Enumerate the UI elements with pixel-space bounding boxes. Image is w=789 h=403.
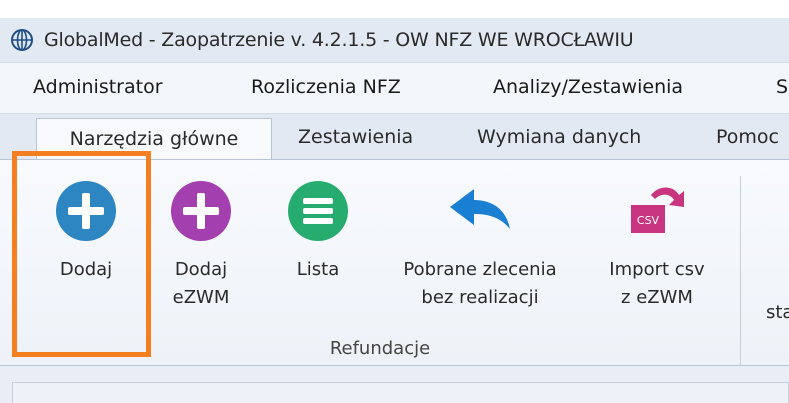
menu-administrator[interactable]: Administrator xyxy=(33,76,163,98)
dodaj-label: Dodaj xyxy=(59,259,113,280)
content-area xyxy=(12,382,789,403)
dodaj-ezwm-button[interactable]: Dodaj eZWM xyxy=(151,176,251,312)
ribbon-tabs: Narzędzia główne Zestawienia Wymiana dan… xyxy=(0,114,789,161)
group-separator xyxy=(740,176,741,366)
pobrane-zlecenia-label-line1: Pobrane zlecenia xyxy=(403,259,557,280)
menu-item-partial[interactable]: S xyxy=(776,76,788,98)
csv-import-icon: CSV xyxy=(621,176,693,246)
plus-circle-purple-icon xyxy=(169,176,233,246)
top-strip xyxy=(0,0,789,18)
import-csv-label-line1: Import csv xyxy=(609,259,705,280)
app-window: GlobalMed - Zaopatrzenie v. 4.2.1.5 - OW… xyxy=(0,18,789,403)
import-csv-button[interactable]: CSV Import csv z eZWM xyxy=(592,176,722,312)
menu-bar: Administrator Rozliczenia NFZ Analizy/Ze… xyxy=(0,62,789,114)
pobrane-zlecenia-button[interactable]: Pobrane zlecenia bez realizacji xyxy=(385,176,575,312)
menu-rozliczenia-nfz[interactable]: Rozliczenia NFZ xyxy=(251,76,401,98)
dodaj-button[interactable]: Dodaj xyxy=(36,176,136,284)
window-title: GlobalMed - Zaopatrzenie v. 4.2.1.5 - OW… xyxy=(44,29,634,51)
undo-arrow-icon xyxy=(444,176,516,246)
csv-icon-text: CSV xyxy=(637,214,660,227)
globe-icon xyxy=(10,28,34,52)
partial-ribbon-label: sta xyxy=(766,302,789,323)
tab-narzedzia-glowne[interactable]: Narzędzia główne xyxy=(36,118,272,161)
pobrane-zlecenia-label-line2: bez realizacji xyxy=(421,287,539,308)
lista-button[interactable]: Lista xyxy=(268,176,368,284)
tab-pomoc[interactable]: Pomoc xyxy=(716,126,779,148)
dodaj-ezwm-label-line1: Dodaj xyxy=(174,259,228,280)
lista-label: Lista xyxy=(296,259,340,280)
ribbon-panel: Dodaj Dodaj eZWM Lista Pobrane zlecenia … xyxy=(0,159,789,366)
dodaj-ezwm-label-line2: eZWM xyxy=(172,287,230,308)
menu-analizy-zestawienia[interactable]: Analizy/Zestawienia xyxy=(493,76,683,98)
plus-circle-blue-icon xyxy=(54,176,118,246)
list-circle-green-icon xyxy=(286,176,350,246)
import-csv-label-line2: z eZWM xyxy=(621,287,693,308)
tab-wymiana-danych[interactable]: Wymiana danych xyxy=(477,126,641,148)
tab-zestawienia[interactable]: Zestawienia xyxy=(298,126,413,148)
refundacje-group-label: Refundacje xyxy=(329,338,431,359)
title-bar: GlobalMed - Zaopatrzenie v. 4.2.1.5 - OW… xyxy=(0,18,789,62)
